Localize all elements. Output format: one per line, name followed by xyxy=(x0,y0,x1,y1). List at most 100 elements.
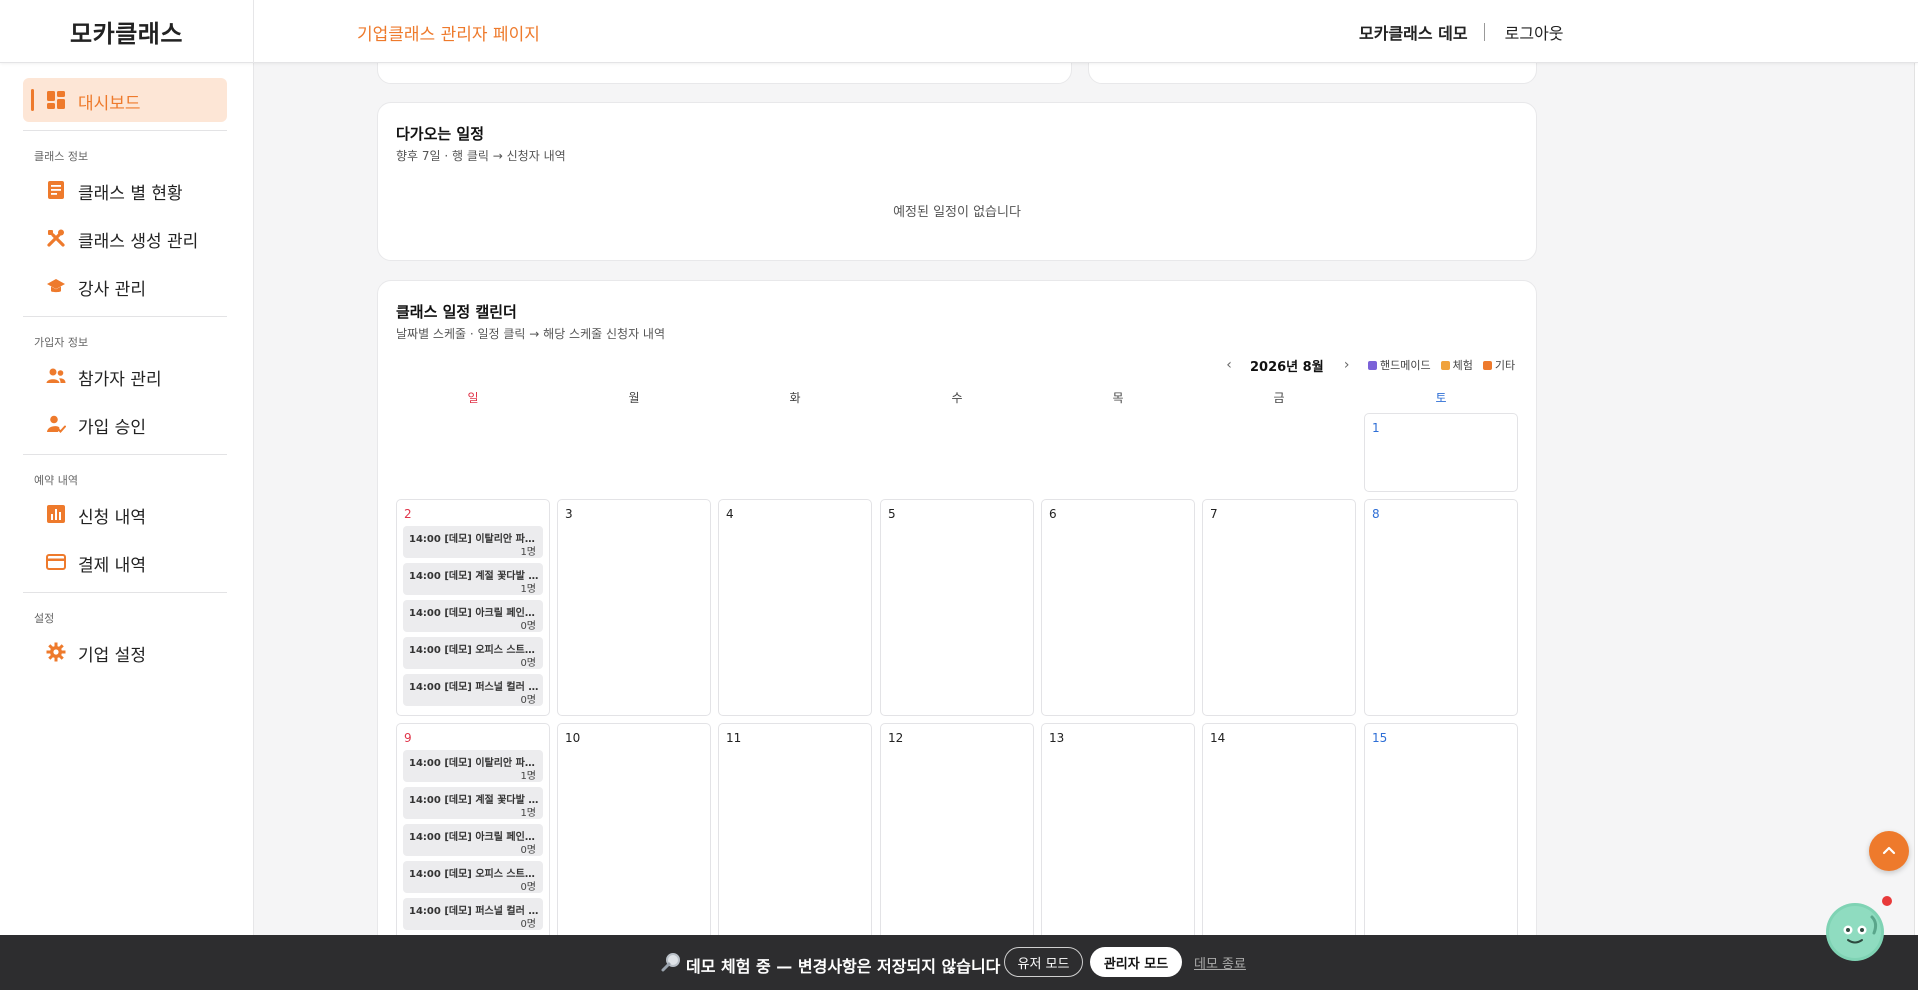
logo[interactable]: 모카클래스 xyxy=(0,0,254,63)
day-cell[interactable]: 4 xyxy=(718,499,872,716)
event-count: 1명 xyxy=(520,547,536,558)
end-demo-link[interactable]: 데모 종료 xyxy=(1194,953,1246,972)
day-cell[interactable]: 8 xyxy=(1364,499,1518,716)
calendar-subtitle: 날짜별 스케줄 · 일정 클릭 → 해당 스케줄 신청자 내역 xyxy=(396,327,666,341)
day-cell[interactable]: 10 xyxy=(557,723,711,940)
sidebar-item-class-create[interactable]: 클래스 생성 관리 xyxy=(23,220,227,256)
schedule-event[interactable]: 14:00 [데모] 퍼스널 컬러 ... 0명 xyxy=(403,898,543,930)
weekday-mon: 월 xyxy=(628,391,640,405)
weekday-wed: 수 xyxy=(951,391,963,405)
document-icon xyxy=(46,180,66,200)
sidebar-item-label: 기업 설정 xyxy=(78,646,146,666)
schedule-event[interactable]: 14:00 [데모] 오피스 스트레... 0명 xyxy=(403,861,543,893)
schedule-event[interactable]: 14:00 [데모] 이탈리안 파스... 1명 xyxy=(403,526,543,558)
weekday-thu: 목 xyxy=(1112,391,1124,405)
users-icon xyxy=(46,366,66,386)
sidebar-item-instructor[interactable]: 강사 관리 xyxy=(23,268,227,304)
chatbot-button[interactable] xyxy=(1826,903,1884,961)
section-label-member-info: 가입자 정보 xyxy=(34,336,89,349)
day-cell[interactable]: 15 xyxy=(1364,723,1518,940)
day-cell[interactable]: 13 xyxy=(1041,723,1195,940)
legend-experience: 체험 xyxy=(1440,357,1473,373)
event-count: 0명 xyxy=(520,695,536,706)
day-cell[interactable]: 14 xyxy=(1202,723,1356,940)
sidebar-item-company-settings[interactable]: 기업 설정 xyxy=(23,634,227,670)
schedule-event[interactable]: 14:00 [데모] 이탈리안 파스... 1명 xyxy=(403,750,543,782)
header-divider xyxy=(1483,23,1485,41)
sidebar-item-label: 가입 승인 xyxy=(78,418,146,438)
weekday-sat: 토 xyxy=(1435,391,1447,405)
weekday-fri: 금 xyxy=(1273,391,1285,405)
schedule-event[interactable]: 14:00 [데모] 퍼스널 컬러 ... 0명 xyxy=(403,674,543,706)
day-number: 1 xyxy=(1372,421,1380,435)
page-title: 기업클래스 관리자 페이지 xyxy=(357,25,540,45)
day-cell[interactable]: 1 xyxy=(1364,413,1518,492)
legend-swatch xyxy=(1368,360,1377,370)
day-cell[interactable]: 5 xyxy=(880,499,1034,716)
current-month: 2026년 8월 xyxy=(1250,359,1324,375)
dashboard-icon xyxy=(46,90,66,110)
prev-month-button[interactable]: ‹ xyxy=(1222,357,1236,373)
divider xyxy=(23,592,227,593)
magnifier-icon xyxy=(660,952,682,978)
day-cell[interactable]: 7 xyxy=(1202,499,1356,716)
sidebar-item-applications[interactable]: 신청 내역 xyxy=(23,496,227,532)
sidebar-item-payments[interactable]: 결제 내역 xyxy=(23,544,227,580)
day-number: 12 xyxy=(888,731,904,745)
day-cell[interactable]: 6 xyxy=(1041,499,1195,716)
schedule-event[interactable]: 14:00 [데모] 계절 꽃다발 ... 1명 xyxy=(403,563,543,595)
event-count: 0명 xyxy=(520,845,536,856)
schedule-event[interactable]: 14:00 [데모] 계절 꽃다발 ... 1명 xyxy=(403,787,543,819)
day-number: 15 xyxy=(1372,731,1388,745)
sidebar-item-label: 신청 내역 xyxy=(78,508,146,528)
event-count: 1명 xyxy=(520,771,536,782)
sidebar-item-label: 참가자 관리 xyxy=(78,370,162,390)
day-cell[interactable]: 9 14:00 [데모] 이탈리안 파스... 1명 14:00 [데모] 계절 … xyxy=(396,723,550,940)
day-number: 5 xyxy=(888,507,896,521)
upcoming-schedule-card: 다가오는 일정 향후 7일 · 행 클릭 → 신청자 내역 예정된 일정이 없습… xyxy=(377,102,1537,261)
schedule-event[interactable]: 14:00 [데모] 아크릴 페인팅... 0명 xyxy=(403,600,543,632)
day-number: 11 xyxy=(726,731,742,745)
divider xyxy=(23,454,227,455)
header: 모카클래스 기업클래스 관리자 페이지 모카클래스 데모 로그아웃 xyxy=(0,0,1918,63)
day-number: 6 xyxy=(1049,507,1057,521)
user-check-icon xyxy=(46,414,66,434)
next-month-button[interactable]: › xyxy=(1340,357,1354,373)
event-count: 0명 xyxy=(520,621,536,632)
day-number: 2 xyxy=(404,507,412,521)
day-cell[interactable]: 12 xyxy=(880,723,1034,940)
day-number: 10 xyxy=(565,731,581,745)
weekday-tue: 화 xyxy=(789,391,801,405)
sidebar-item-signup-approval[interactable]: 가입 승인 xyxy=(23,406,227,442)
demo-message: 데모 체험 중 — 변경사항은 저장되지 않습니다 xyxy=(660,952,1000,978)
scroll-top-button[interactable] xyxy=(1869,831,1909,871)
day-cell[interactable]: 3 xyxy=(557,499,711,716)
demo-message-text: 데모 체험 중 — 변경사항은 저장되지 않습니다 xyxy=(686,957,1001,976)
graduation-cap-icon xyxy=(46,276,66,296)
event-count: 0명 xyxy=(520,658,536,669)
sidebar-item-class-status[interactable]: 클래스 별 현황 xyxy=(23,172,227,208)
event-count: 0명 xyxy=(520,882,536,893)
day-number: 4 xyxy=(726,507,734,521)
sidebar-item-dashboard[interactable]: 대시보드 xyxy=(23,78,227,122)
event-count: 1명 xyxy=(520,808,536,819)
user-mode-button[interactable]: 유저 모드 xyxy=(1004,947,1083,977)
page-scrollbar[interactable] xyxy=(1914,0,1918,990)
admin-mode-button[interactable]: 관리자 모드 xyxy=(1090,947,1182,977)
event-count: 1명 xyxy=(520,584,536,595)
schedule-event[interactable]: 14:00 [데모] 오피스 스트레... 0명 xyxy=(403,637,543,669)
gear-icon xyxy=(46,642,66,662)
section-label-class-info: 클래스 정보 xyxy=(34,150,89,163)
sidebar-item-label: 결제 내역 xyxy=(78,556,146,576)
divider xyxy=(23,130,227,131)
tools-icon xyxy=(46,228,66,248)
day-cell[interactable]: 2 14:00 [데모] 이탈리안 파스... 1명 14:00 [데모] 계절 … xyxy=(396,499,550,716)
sidebar-item-participants[interactable]: 참가자 관리 xyxy=(23,358,227,394)
schedule-event[interactable]: 14:00 [데모] 아크릴 페인팅... 0명 xyxy=(403,824,543,856)
logout-button[interactable]: 로그아웃 xyxy=(1505,20,1564,44)
upcoming-subtitle: 향후 7일 · 행 클릭 → 신청자 내역 xyxy=(396,149,566,163)
demo-mode-bar: 데모 체험 중 — 변경사항은 저장되지 않습니다 유저 모드 관리자 모드 데… xyxy=(0,935,1918,990)
day-cell[interactable]: 11 xyxy=(718,723,872,940)
section-label-booking: 예약 내역 xyxy=(34,474,78,487)
day-number: 8 xyxy=(1372,507,1380,521)
